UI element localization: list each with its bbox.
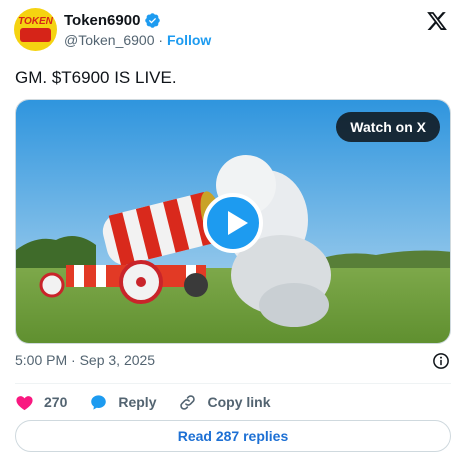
author-name[interactable]: Token6900 bbox=[64, 12, 140, 29]
info-icon[interactable] bbox=[432, 352, 450, 370]
handle-separator: · bbox=[158, 32, 164, 48]
link-icon bbox=[180, 394, 196, 410]
copy-link-label: Copy link bbox=[207, 394, 271, 410]
watch-on-x-button[interactable]: Watch on X bbox=[336, 112, 440, 142]
video-player[interactable]: Watch on X bbox=[15, 99, 451, 344]
action-bar: 270 Reply Copy link bbox=[15, 392, 293, 412]
play-icon[interactable] bbox=[203, 193, 263, 253]
avatar-logo-text: TOKEN bbox=[18, 16, 53, 27]
author-name-row: Token6900 bbox=[64, 11, 161, 29]
avatar[interactable]: TOKEN bbox=[14, 8, 57, 51]
read-replies-button[interactable]: Read 287 replies bbox=[15, 420, 451, 452]
follow-button[interactable]: Follow bbox=[167, 32, 211, 48]
copy-link-button[interactable]: Copy link bbox=[178, 393, 271, 412]
divider bbox=[15, 383, 451, 384]
avatar-logo-shape bbox=[20, 28, 51, 42]
reply-label: Reply bbox=[118, 394, 157, 410]
like-button[interactable]: 270 bbox=[15, 393, 67, 412]
reply-icon bbox=[91, 394, 107, 410]
reply-button[interactable]: Reply bbox=[89, 393, 156, 412]
tweet-embed-card: TOKEN Token6900 @Token_6900 · Follow GM.… bbox=[0, 0, 466, 463]
tweet-timestamp[interactable]: 5:00 PM · Sep 3, 2025 bbox=[15, 352, 155, 368]
author-handle[interactable]: @Token_6900 bbox=[64, 32, 155, 48]
like-count: 270 bbox=[44, 394, 68, 410]
verified-badge-icon bbox=[145, 12, 161, 28]
author-handle-row: @Token_6900 · Follow bbox=[64, 32, 211, 48]
tweet-header: TOKEN Token6900 @Token_6900 · Follow bbox=[14, 8, 452, 52]
heart-icon bbox=[16, 395, 33, 410]
x-logo-icon[interactable] bbox=[426, 10, 448, 32]
tweet-text: GM. $T6900 IS LIVE. bbox=[15, 68, 177, 87]
